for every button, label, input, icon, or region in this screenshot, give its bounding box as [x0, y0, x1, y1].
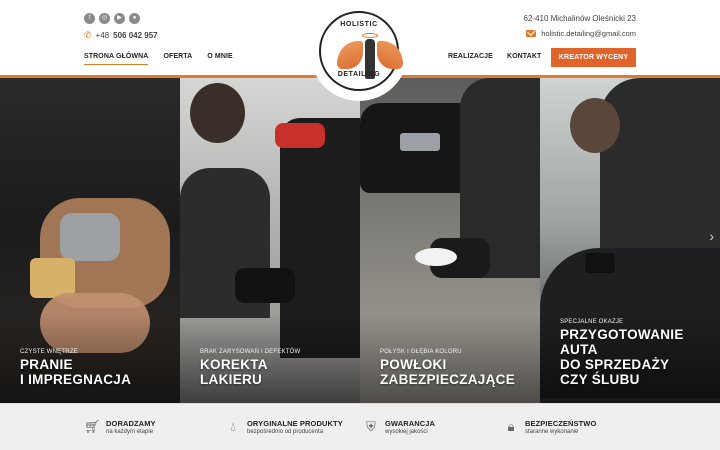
- logo-text-top: HOLISTIC: [340, 21, 378, 28]
- halo-icon: [362, 33, 378, 38]
- service-panel-paint-correction[interactable]: BRAK ZARYSOWAŃ I DEFEKTÓW KOREKTA LAKIER…: [180, 78, 360, 403]
- shield-icon: ⛨: [366, 419, 376, 434]
- service-panel-coatings[interactable]: POŁYSK I GŁĘBIA KOLORU POWŁOKI ZABEZPIEC…: [360, 78, 540, 403]
- panel-title-line: LAKIERU: [200, 372, 263, 387]
- web-icon[interactable]: ●: [129, 13, 140, 24]
- nav-about[interactable]: O MNIE: [207, 53, 233, 65]
- quote-creator-button[interactable]: KREATOR WYCENY: [551, 48, 636, 67]
- panel-subtitle: SPECJALNE OKAZJE: [560, 319, 624, 325]
- panel-title-line: CZY ŚLUBU: [560, 372, 640, 387]
- facebook-icon[interactable]: f: [84, 13, 95, 24]
- feature-subtitle: bezpośrednio od producenta: [247, 429, 324, 435]
- logo-text-bottom: DETAILING: [337, 71, 381, 78]
- cart-icon: 🛒︎: [84, 419, 101, 434]
- feature-warranty: ⛨ GWARANCJA wysokiej jakości: [363, 419, 435, 435]
- features-bar: 🛒︎ DORADZAMY na każdym etapie 💧︎ ORYGINA…: [0, 403, 720, 450]
- wing-left-icon: [337, 41, 363, 69]
- phone-number: 506 042 957: [113, 31, 158, 40]
- youtube-icon[interactable]: ▶: [114, 13, 125, 24]
- panel-title-line: DO SPRZEDAŻY: [560, 357, 670, 372]
- feature-title: ORYGINALNE PRODUKTY: [247, 419, 343, 428]
- feature-advice: 🛒︎ DORADZAMY na każdym etapie: [84, 419, 156, 435]
- service-panel-special-occasions[interactable]: SPECJALNE OKAZJE PRZYGOTOWANIE AUTA DO S…: [540, 78, 720, 403]
- main-nav-left: STRONA GŁÓWNA OFERTA O MNIE: [84, 53, 233, 65]
- nav-portfolio[interactable]: REALIZACJE: [448, 53, 493, 64]
- service-panel-interior[interactable]: CZYSTE WNĘTRZE PRANIE I IMPREGNACJA: [0, 78, 180, 403]
- nav-home[interactable]: STRONA GŁÓWNA: [84, 53, 149, 65]
- nav-offer[interactable]: OFERTA: [163, 53, 192, 65]
- wing-right-icon: [377, 41, 403, 69]
- hero-services: CZYSTE WNĘTRZE PRANIE I IMPREGNACJA BRAK…: [0, 78, 720, 403]
- social-links: f ◎ ▶ ●: [84, 13, 140, 24]
- panel-caption: CZYSTE WNĘTRZE PRANIE I IMPREGNACJA: [20, 349, 131, 387]
- nav-contact[interactable]: KONTAKT: [507, 53, 541, 64]
- panel-title-line: AUTA: [560, 342, 598, 357]
- panel-subtitle: BRAK ZARYSOWAŃ I DEFEKTÓW: [200, 349, 301, 355]
- panel-title-line: PRZYGOTOWANIE: [560, 327, 684, 342]
- lock-icon: 🔒︎: [507, 419, 515, 434]
- panel-title-line: POWŁOKI: [380, 357, 447, 372]
- drop-icon: 💧︎: [230, 419, 236, 434]
- logo-ring: HOLISTIC DETAILING: [319, 11, 403, 91]
- panel-caption: SPECJALNE OKAZJE PRZYGOTOWANIE AUTA DO S…: [560, 319, 684, 387]
- panel-title-line: KOREKTA: [200, 357, 268, 372]
- feature-title: DORADZAMY: [106, 419, 156, 428]
- panel-title-line: PRANIE: [20, 357, 73, 372]
- panel-title-line: ZABEZPIECZAJĄCE: [380, 372, 516, 387]
- phone-link[interactable]: ✆ +48 506 042 957: [84, 30, 158, 41]
- feature-subtitle: na każdym etapie: [106, 429, 154, 435]
- email-link[interactable]: holistic.detailing@gmail.com: [526, 29, 636, 38]
- feature-title: BEZPIECZEŃSTWO: [525, 419, 597, 428]
- address: 62-410 Michalinów Oleśnicki 23: [523, 14, 637, 23]
- chevron-right-icon[interactable]: ›: [709, 228, 714, 244]
- feature-products: 💧︎ ORYGINALNE PRODUKTY bezpośrednio od p…: [225, 419, 343, 435]
- panel-subtitle: CZYSTE WNĘTRZE: [20, 349, 78, 355]
- feature-title: GWARANCJA: [385, 419, 436, 428]
- panel-caption: BRAK ZARYSOWAŃ I DEFEKTÓW KOREKTA LAKIER…: [200, 349, 300, 387]
- main-nav-right: REALIZACJE KONTAKT: [448, 53, 541, 64]
- phone-icon: ✆: [84, 30, 92, 40]
- instagram-icon[interactable]: ◎: [99, 13, 110, 24]
- feature-subtitle: wysokiej jakości: [385, 429, 428, 435]
- feature-subtitle: staranne wykonanie: [525, 429, 579, 435]
- panel-title-line: I IMPREGNACJA: [20, 372, 132, 387]
- phone-prefix: +48: [95, 31, 110, 40]
- panel-subtitle: POŁYSK I GŁĘBIA KOLORU: [380, 349, 462, 355]
- mail-icon: [526, 30, 537, 37]
- site-logo[interactable]: HOLISTIC DETAILING: [310, 3, 408, 101]
- panel-caption: POŁYSK I GŁĘBIA KOLORU POWŁOKI ZABEZPIEC…: [380, 349, 515, 387]
- email-address: holistic.detailing@gmail.com: [541, 29, 636, 38]
- feature-safety: 🔒︎ BEZPIECZEŃSTWO staranne wykonanie: [503, 419, 597, 435]
